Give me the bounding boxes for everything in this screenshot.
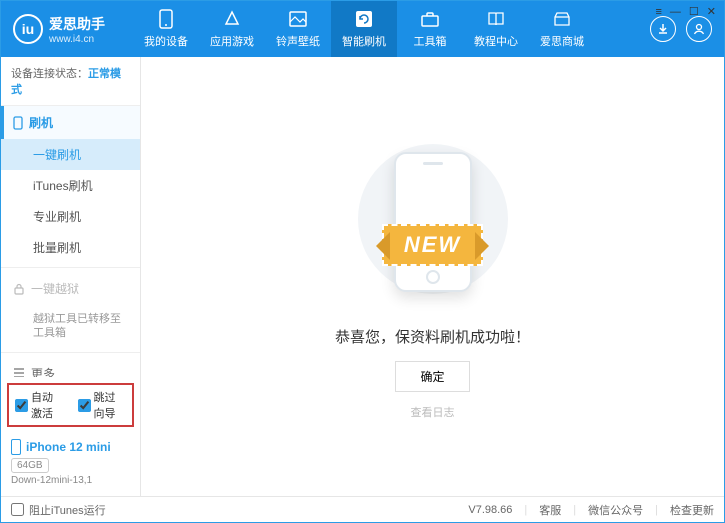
nav-label: 爱思商城 [540,33,584,49]
sidebar-section-more[interactable]: 更多 [1,357,140,377]
checkbox-label: 自动激活 [31,389,64,421]
nav-store[interactable]: 爱思商城 [529,1,595,57]
store-icon [552,9,572,29]
checkbox-skip-guide[interactable]: 跳过向导 [78,389,127,421]
sidebar-item-pro[interactable]: 专业刷机 [1,201,140,232]
sidebar-label: 一键越狱 [31,280,79,297]
sidebar-jailbreak-note: 越狱工具已转移至 工具箱 [1,305,140,348]
close-icon[interactable]: ✕ [707,5,716,18]
menu-icon[interactable]: ≡ [655,6,661,18]
main-content: NEW 恭喜您，保资料刷机成功啦！ 确定 查看日志 [141,57,724,496]
view-log-link[interactable]: 查看日志 [411,404,455,420]
logo: iu 爱思助手 www.i4.cn [13,14,133,45]
user-button[interactable] [686,16,712,42]
version-label: V7.98.66 [468,504,512,516]
side-list: 刷机 一键刷机 iTunes刷机 专业刷机 批量刷机 一键越狱 越狱工具已转移至… [1,106,140,377]
service-link[interactable]: 客服 [539,502,561,518]
refresh-icon [354,9,374,29]
body: 设备连接状态：正常模式 刷机 一键刷机 iTunes刷机 专业刷机 批量刷机 一… [1,57,724,496]
wechat-link[interactable]: 微信公众号 [588,502,643,518]
options-box: 自动激活 跳过向导 [7,383,134,427]
ok-button[interactable]: 确定 [395,361,469,392]
checkbox-label: 跳过向导 [94,389,127,421]
sidebar-label: 刷机 [29,114,53,131]
phone-icon [156,9,176,29]
device-info[interactable]: iPhone 12 mini 64GB Down-12mini-13,1 [1,433,140,496]
download-button[interactable] [650,16,676,42]
sidebar-item-batch[interactable]: 批量刷机 [1,232,140,263]
device-name: iPhone 12 mini [11,439,130,455]
nav-my-device[interactable]: 我的设备 [133,1,199,57]
toolbox-icon [420,9,440,29]
nav-ringtones[interactable]: 铃声壁纸 [265,1,331,57]
nav-toolbox[interactable]: 工具箱 [397,1,463,57]
titlebar: iu 爱思助手 www.i4.cn 我的设备 应用游戏 铃声壁纸 智能刷机 [1,1,724,57]
app-title: 爱思助手 [49,14,105,34]
wallpaper-icon [288,9,308,29]
device-detail: Down-12mini-13,1 [11,475,130,486]
checkbox-input[interactable] [78,399,91,412]
storage-badge: 64GB [11,458,49,473]
connection-status: 设备连接状态：正常模式 [1,57,140,106]
nav-label: 应用游戏 [210,33,254,49]
app-url: www.i4.cn [49,34,105,45]
phone-illustration-icon [394,152,472,292]
book-icon [486,9,506,29]
block-itunes-checkbox[interactable] [11,503,24,516]
nav-tutorials[interactable]: 教程中心 [463,1,529,57]
maximize-icon[interactable]: ☐ [689,5,699,18]
minimize-icon[interactable]: — [670,6,681,18]
sidebar: 设备连接状态：正常模式 刷机 一键刷机 iTunes刷机 专业刷机 批量刷机 一… [1,57,141,496]
update-link[interactable]: 检查更新 [670,502,714,518]
success-message: 恭喜您，保资料刷机成功啦！ [335,326,530,347]
new-ribbon: NEW [382,224,483,266]
lock-icon [13,283,25,295]
divider [1,352,140,353]
sidebar-item-oneclick[interactable]: 一键刷机 [1,139,140,170]
titlebar-right [650,16,712,42]
sidebar-item-itunes[interactable]: iTunes刷机 [1,170,140,201]
success-illustration: NEW [333,134,533,304]
sidebar-section-flash[interactable]: 刷机 [1,106,140,139]
app-window: ≡ — ☐ ✕ iu 爱思助手 www.i4.cn 我的设备 应用游戏 铃声壁纸 [0,0,725,523]
hamburger-icon [13,368,25,377]
phone-small-icon [13,116,23,130]
nav-tabs: 我的设备 应用游戏 铃声壁纸 智能刷机 工具箱 教程中心 [133,1,595,57]
nav-apps[interactable]: 应用游戏 [199,1,265,57]
sidebar-section-jailbreak[interactable]: 一键越狱 [1,272,140,305]
block-itunes-label: 阻止iTunes运行 [29,502,106,518]
nav-label: 教程中心 [474,33,518,49]
statusbar: 阻止iTunes运行 V7.98.66 | 客服 | 微信公众号 | 检查更新 [1,496,724,522]
checkbox-auto-activate[interactable]: 自动激活 [15,389,64,421]
divider [1,267,140,268]
nav-flash[interactable]: 智能刷机 [331,1,397,57]
nav-label: 工具箱 [414,33,447,49]
nav-label: 铃声壁纸 [276,33,320,49]
logo-icon: iu [13,14,43,44]
apps-icon [222,9,242,29]
nav-label: 智能刷机 [342,33,386,49]
connection-label: 设备连接状态： [11,68,88,80]
checkbox-input[interactable] [15,399,28,412]
nav-label: 我的设备 [144,33,188,49]
window-controls: ≡ — ☐ ✕ [655,5,716,18]
sidebar-label: 更多 [31,365,55,377]
